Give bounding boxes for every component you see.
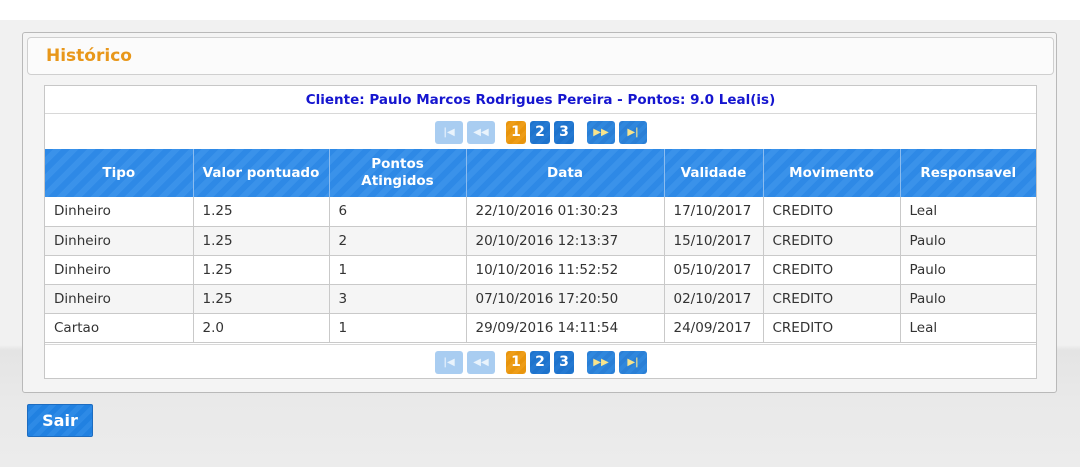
cell-pontos-atingidos: 6: [328, 197, 467, 227]
table-row[interactable]: Dinheiro 1.25 6 22/10/2016 01:30:23 17/1…: [45, 197, 1036, 227]
first-page-button[interactable]: |◀: [435, 351, 463, 374]
cell-valor-pontuado: 1.25: [192, 255, 330, 285]
cell-data: 10/10/2016 11:52:52: [465, 255, 665, 285]
cell-validade: 24/09/2017: [663, 313, 764, 343]
cell-validade: 17/10/2017: [663, 197, 764, 227]
panel-header: Histórico: [27, 37, 1054, 75]
cell-data: 07/10/2016 17:20:50: [465, 284, 665, 314]
cell-data: 29/09/2016 14:11:54: [465, 313, 665, 343]
cell-tipo: Dinheiro: [45, 197, 194, 227]
last-page-icon: ▶|: [627, 127, 639, 138]
last-page-icon: ▶|: [627, 357, 639, 368]
cell-responsavel: Paulo: [899, 284, 1036, 314]
history-panel: Histórico Cliente: Paulo Marcos Rodrigue…: [22, 32, 1057, 393]
cell-data: 22/10/2016 01:30:23: [465, 197, 665, 227]
cell-valor-pontuado: 1.25: [192, 284, 330, 314]
cell-pontos-atingidos: 1: [328, 313, 467, 343]
cell-responsavel: Paulo: [899, 255, 1036, 285]
next-page-button[interactable]: ▶▶: [587, 121, 615, 144]
cell-movimento: CREDITO: [762, 226, 901, 256]
column-header-pontos-atingidos[interactable]: Pontos Atingidos: [329, 149, 467, 197]
column-header-movimento[interactable]: Movimento: [763, 149, 901, 197]
page-3-button[interactable]: 3: [554, 351, 574, 374]
history-datagrid: Cliente: Paulo Marcos Rodrigues Pereira …: [44, 85, 1037, 379]
cell-movimento: CREDITO: [762, 255, 901, 285]
top-band: [0, 0, 1080, 20]
paginator-top: |◀ ◀◀ 1 2 3 ▶▶ ▶|: [45, 115, 1036, 148]
cell-pontos-atingidos: 3: [328, 284, 467, 314]
cell-valor-pontuado: 1.25: [192, 226, 330, 256]
history-table: Tipo Valor pontuado Pontos Atingidos Dat…: [45, 149, 1036, 343]
column-header-data[interactable]: Data: [466, 149, 665, 197]
page-1-button[interactable]: 1: [506, 351, 526, 374]
next-page-button[interactable]: ▶▶: [587, 351, 615, 374]
table-header-row: Tipo Valor pontuado Pontos Atingidos Dat…: [45, 149, 1036, 197]
cell-valor-pontuado: 1.25: [192, 197, 330, 227]
first-page-button[interactable]: |◀: [435, 121, 463, 144]
table-row[interactable]: Dinheiro 1.25 1 10/10/2016 11:52:52 05/1…: [45, 255, 1036, 285]
cell-valor-pontuado: 2.0: [192, 313, 330, 343]
page-2-button[interactable]: 2: [530, 351, 550, 374]
first-page-icon: |◀: [443, 127, 455, 138]
column-header-validade[interactable]: Validade: [664, 149, 764, 197]
previous-page-button[interactable]: ◀◀: [467, 351, 495, 374]
cell-tipo: Cartao: [45, 313, 194, 343]
table-row[interactable]: Dinheiro 1.25 2 20/10/2016 12:13:37 15/1…: [45, 226, 1036, 256]
last-page-button[interactable]: ▶|: [619, 121, 647, 144]
page-1-button[interactable]: 1: [506, 121, 526, 144]
cell-tipo: Dinheiro: [45, 284, 194, 314]
page-3-button[interactable]: 3: [554, 121, 574, 144]
cell-pontos-atingidos: 1: [328, 255, 467, 285]
cell-validade: 02/10/2017: [663, 284, 764, 314]
previous-page-icon: ◀◀: [473, 357, 489, 368]
exit-button[interactable]: Sair: [27, 404, 93, 437]
previous-page-icon: ◀◀: [473, 127, 489, 138]
cell-data: 20/10/2016 12:13:37: [465, 226, 665, 256]
cell-validade: 15/10/2017: [663, 226, 764, 256]
cell-responsavel: Paulo: [899, 226, 1036, 256]
grid-caption: Cliente: Paulo Marcos Rodrigues Pereira …: [45, 86, 1036, 114]
panel-title: Histórico: [46, 46, 132, 66]
cell-movimento: CREDITO: [762, 313, 901, 343]
cell-responsavel: Leal: [899, 313, 1036, 343]
next-page-icon: ▶▶: [593, 357, 609, 368]
cell-movimento: CREDITO: [762, 197, 901, 227]
table-row[interactable]: Cartao 2.0 1 29/09/2016 14:11:54 24/09/2…: [45, 313, 1036, 343]
column-header-tipo[interactable]: Tipo: [45, 149, 194, 197]
table-row[interactable]: Dinheiro 1.25 3 07/10/2016 17:20:50 02/1…: [45, 284, 1036, 314]
next-page-icon: ▶▶: [593, 127, 609, 138]
paginator-bottom: |◀ ◀◀ 1 2 3 ▶▶ ▶|: [45, 344, 1036, 378]
previous-page-button[interactable]: ◀◀: [467, 121, 495, 144]
column-header-responsavel[interactable]: Responsavel: [900, 149, 1036, 197]
last-page-button[interactable]: ▶|: [619, 351, 647, 374]
cell-tipo: Dinheiro: [45, 226, 194, 256]
cell-tipo: Dinheiro: [45, 255, 194, 285]
cell-movimento: CREDITO: [762, 284, 901, 314]
cell-responsavel: Leal: [899, 197, 1036, 227]
cell-pontos-atingidos: 2: [328, 226, 467, 256]
column-header-valor-pontuado[interactable]: Valor pontuado: [193, 149, 330, 197]
page-2-button[interactable]: 2: [530, 121, 550, 144]
cell-validade: 05/10/2017: [663, 255, 764, 285]
first-page-icon: |◀: [443, 357, 455, 368]
